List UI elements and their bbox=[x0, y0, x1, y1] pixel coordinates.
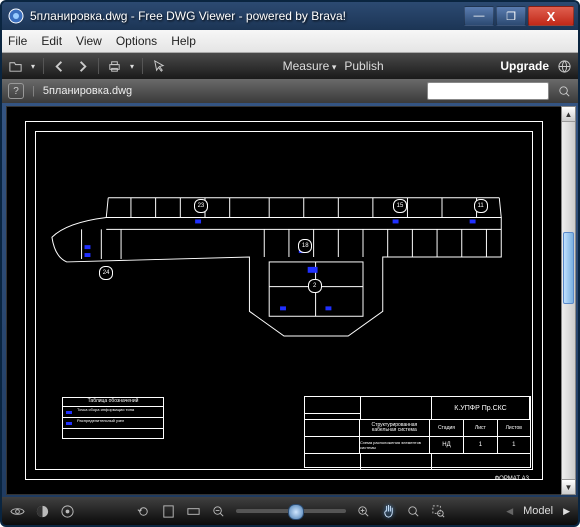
zoom-out-icon[interactable] bbox=[211, 504, 226, 519]
floor-plan: 23 15 11 18 2 24 bbox=[47, 167, 521, 347]
menu-edit[interactable]: Edit bbox=[41, 34, 62, 48]
node-label-24: 24 bbox=[99, 266, 113, 280]
window-title: 5планировка.dwg - Free DWG Viewer - powe… bbox=[30, 9, 464, 23]
drawing-canvas[interactable]: 23 15 11 18 2 24 Таблица обозначений Точ… bbox=[6, 106, 562, 495]
titlebar[interactable]: 5планировка.dwg - Free DWG Viewer - powe… bbox=[2, 2, 578, 30]
fit-page-icon[interactable] bbox=[161, 504, 176, 519]
pan-icon[interactable] bbox=[381, 504, 396, 519]
search-input[interactable] bbox=[427, 82, 549, 100]
close-button[interactable]: X bbox=[528, 6, 574, 26]
title-block: К.УПФР Пр.СКС Структурированнаякабельная… bbox=[304, 396, 531, 468]
next-icon[interactable] bbox=[75, 59, 90, 74]
node-label-15: 15 bbox=[393, 199, 407, 213]
globe-icon[interactable] bbox=[557, 59, 572, 74]
document-filename: 5планировка.dwg bbox=[43, 85, 132, 97]
document-bar: ? | 5планировка.dwg bbox=[2, 79, 578, 103]
zoom-in-icon[interactable] bbox=[356, 504, 371, 519]
menu-options[interactable]: Options bbox=[116, 34, 157, 48]
status-bar: ◀ Model ▶ bbox=[2, 497, 578, 525]
app-icon bbox=[8, 8, 24, 24]
rotate-icon[interactable] bbox=[136, 504, 151, 519]
search-icon[interactable] bbox=[557, 84, 572, 99]
monochrome-icon[interactable] bbox=[60, 504, 75, 519]
print-icon[interactable] bbox=[107, 59, 122, 74]
vertical-scrollbar[interactable]: ▲ ▼ bbox=[561, 106, 576, 495]
mode-label[interactable]: Model bbox=[523, 505, 553, 517]
scroll-thumb[interactable] bbox=[563, 232, 574, 304]
legend-block: Таблица обозначений Точка сбора информац… bbox=[62, 397, 164, 439]
background-icon[interactable] bbox=[35, 504, 50, 519]
next-view-icon[interactable]: ▶ bbox=[563, 506, 570, 517]
pointer-icon[interactable] bbox=[151, 59, 166, 74]
node-label-18: 18 bbox=[298, 239, 312, 253]
node-label-11: 11 bbox=[474, 199, 488, 213]
format-label: ФОРМАТ А3 bbox=[495, 476, 529, 482]
dwg-content: 23 15 11 18 2 24 Таблица обозначений Точ… bbox=[7, 107, 561, 494]
publish-button[interactable]: Publish bbox=[344, 59, 383, 73]
open-icon[interactable] bbox=[8, 59, 23, 74]
menu-help[interactable]: Help bbox=[171, 34, 196, 48]
upgrade-button[interactable]: Upgrade bbox=[500, 59, 549, 73]
legend-title: Таблица обозначений bbox=[63, 398, 163, 407]
magnify-icon[interactable] bbox=[406, 504, 421, 519]
scroll-track[interactable] bbox=[562, 122, 575, 479]
app-window: 5планировка.dwg - Free DWG Viewer - powe… bbox=[0, 0, 580, 527]
zoom-region-icon[interactable] bbox=[431, 504, 446, 519]
scroll-up-icon[interactable]: ▲ bbox=[562, 107, 575, 122]
minimize-button[interactable]: — bbox=[464, 6, 494, 26]
main-toolbar: ▾ ▾ Measure Publish Upgrade bbox=[2, 53, 578, 79]
measure-button[interactable]: Measure bbox=[283, 59, 337, 73]
fit-width-icon[interactable] bbox=[186, 504, 201, 519]
menu-bar: File Edit View Options Help bbox=[2, 30, 578, 53]
maximize-button[interactable]: ❐ bbox=[496, 6, 526, 26]
separator: | bbox=[32, 85, 35, 97]
prev-icon[interactable] bbox=[52, 59, 67, 74]
zoom-slider[interactable] bbox=[236, 509, 346, 513]
scroll-down-icon[interactable]: ▼ bbox=[562, 479, 575, 494]
eye-icon[interactable] bbox=[10, 504, 25, 519]
window-controls: — ❐ X bbox=[464, 6, 574, 26]
prev-view-icon[interactable]: ◀ bbox=[506, 506, 513, 517]
menu-file[interactable]: File bbox=[8, 34, 27, 48]
menu-view[interactable]: View bbox=[76, 34, 102, 48]
zoom-knob[interactable] bbox=[288, 504, 304, 520]
node-label-23: 23 bbox=[194, 199, 208, 213]
node-label-2: 2 bbox=[308, 279, 322, 293]
help-icon[interactable]: ? bbox=[8, 83, 24, 99]
